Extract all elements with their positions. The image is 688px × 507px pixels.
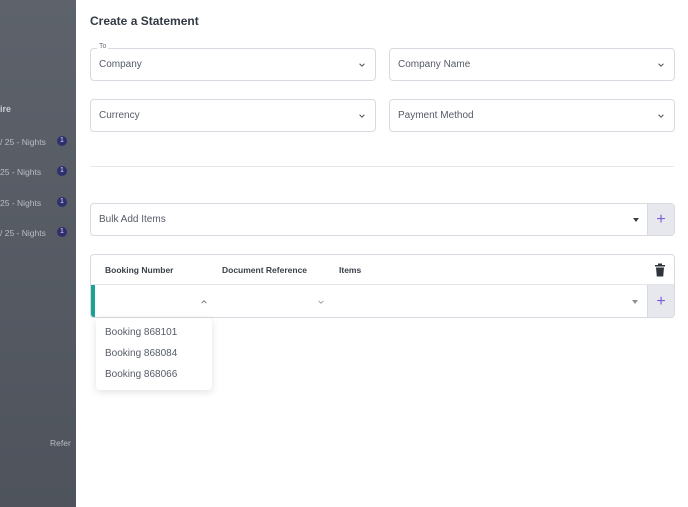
column-header-items: Items	[339, 265, 362, 275]
dropdown-option[interactable]: Booking 868101	[96, 322, 212, 343]
background-row: 25 - Nights 1	[0, 197, 67, 208]
plus-icon[interactable]: +	[647, 204, 674, 235]
items-caret-icon[interactable]	[632, 300, 638, 304]
payment-method-select[interactable]: Payment Method	[389, 99, 675, 132]
document-reference-toggle[interactable]	[316, 297, 326, 307]
column-header-document-reference: Document Reference	[222, 265, 308, 275]
background-row: 25 - Nights 1	[0, 166, 67, 177]
background-reference-label: Refer	[50, 438, 71, 448]
table-header: Booking Number Document Reference Items	[91, 255, 674, 285]
bulk-add-items-select[interactable]: Bulk Add Items +	[90, 203, 675, 236]
chevron-down-icon	[656, 111, 666, 121]
column-header-booking-number: Booking Number	[105, 265, 174, 275]
count-badge: 1	[57, 166, 67, 176]
currency-select[interactable]: Currency	[90, 99, 376, 132]
background-row: / 25 - Nights 1	[0, 136, 67, 147]
chevron-down-icon	[656, 60, 666, 70]
count-badge: 1	[57, 197, 67, 207]
trash-icon[interactable]	[654, 263, 666, 277]
create-statement-panel: Create a Statement To Company Company Na…	[76, 0, 688, 507]
count-badge: 1	[57, 227, 67, 237]
booking-number-toggle[interactable]	[199, 297, 209, 307]
company-select[interactable]: To Company	[90, 43, 376, 81]
table-row: +	[91, 285, 674, 317]
background-heading: ire	[0, 104, 12, 114]
booking-number-dropdown: Booking 868101 Booking 868084 Booking 86…	[96, 318, 212, 390]
chevron-down-icon	[318, 300, 324, 304]
items-table: Booking Number Document Reference Items …	[90, 254, 675, 318]
divider	[90, 166, 674, 167]
to-label: To	[97, 43, 109, 50]
count-badge: 1	[57, 136, 67, 146]
chevron-up-icon	[201, 300, 207, 304]
background-page: ire / 25 - Nights 1 25 - Nights 1 25 - N…	[0, 0, 76, 507]
dropdown-option[interactable]: Booking 868084	[96, 343, 212, 364]
dropdown-option[interactable]: Booking 868066	[96, 364, 212, 385]
chevron-down-icon	[357, 60, 367, 70]
plus-icon[interactable]: +	[647, 285, 674, 317]
chevron-down-icon	[357, 111, 367, 121]
row-accent	[91, 285, 95, 317]
panel-title: Create a Statement	[90, 14, 199, 28]
company-name-select[interactable]: Company Name	[389, 48, 675, 81]
caret-down-icon	[625, 204, 647, 235]
background-row: / 25 - Nights 1	[0, 227, 67, 238]
